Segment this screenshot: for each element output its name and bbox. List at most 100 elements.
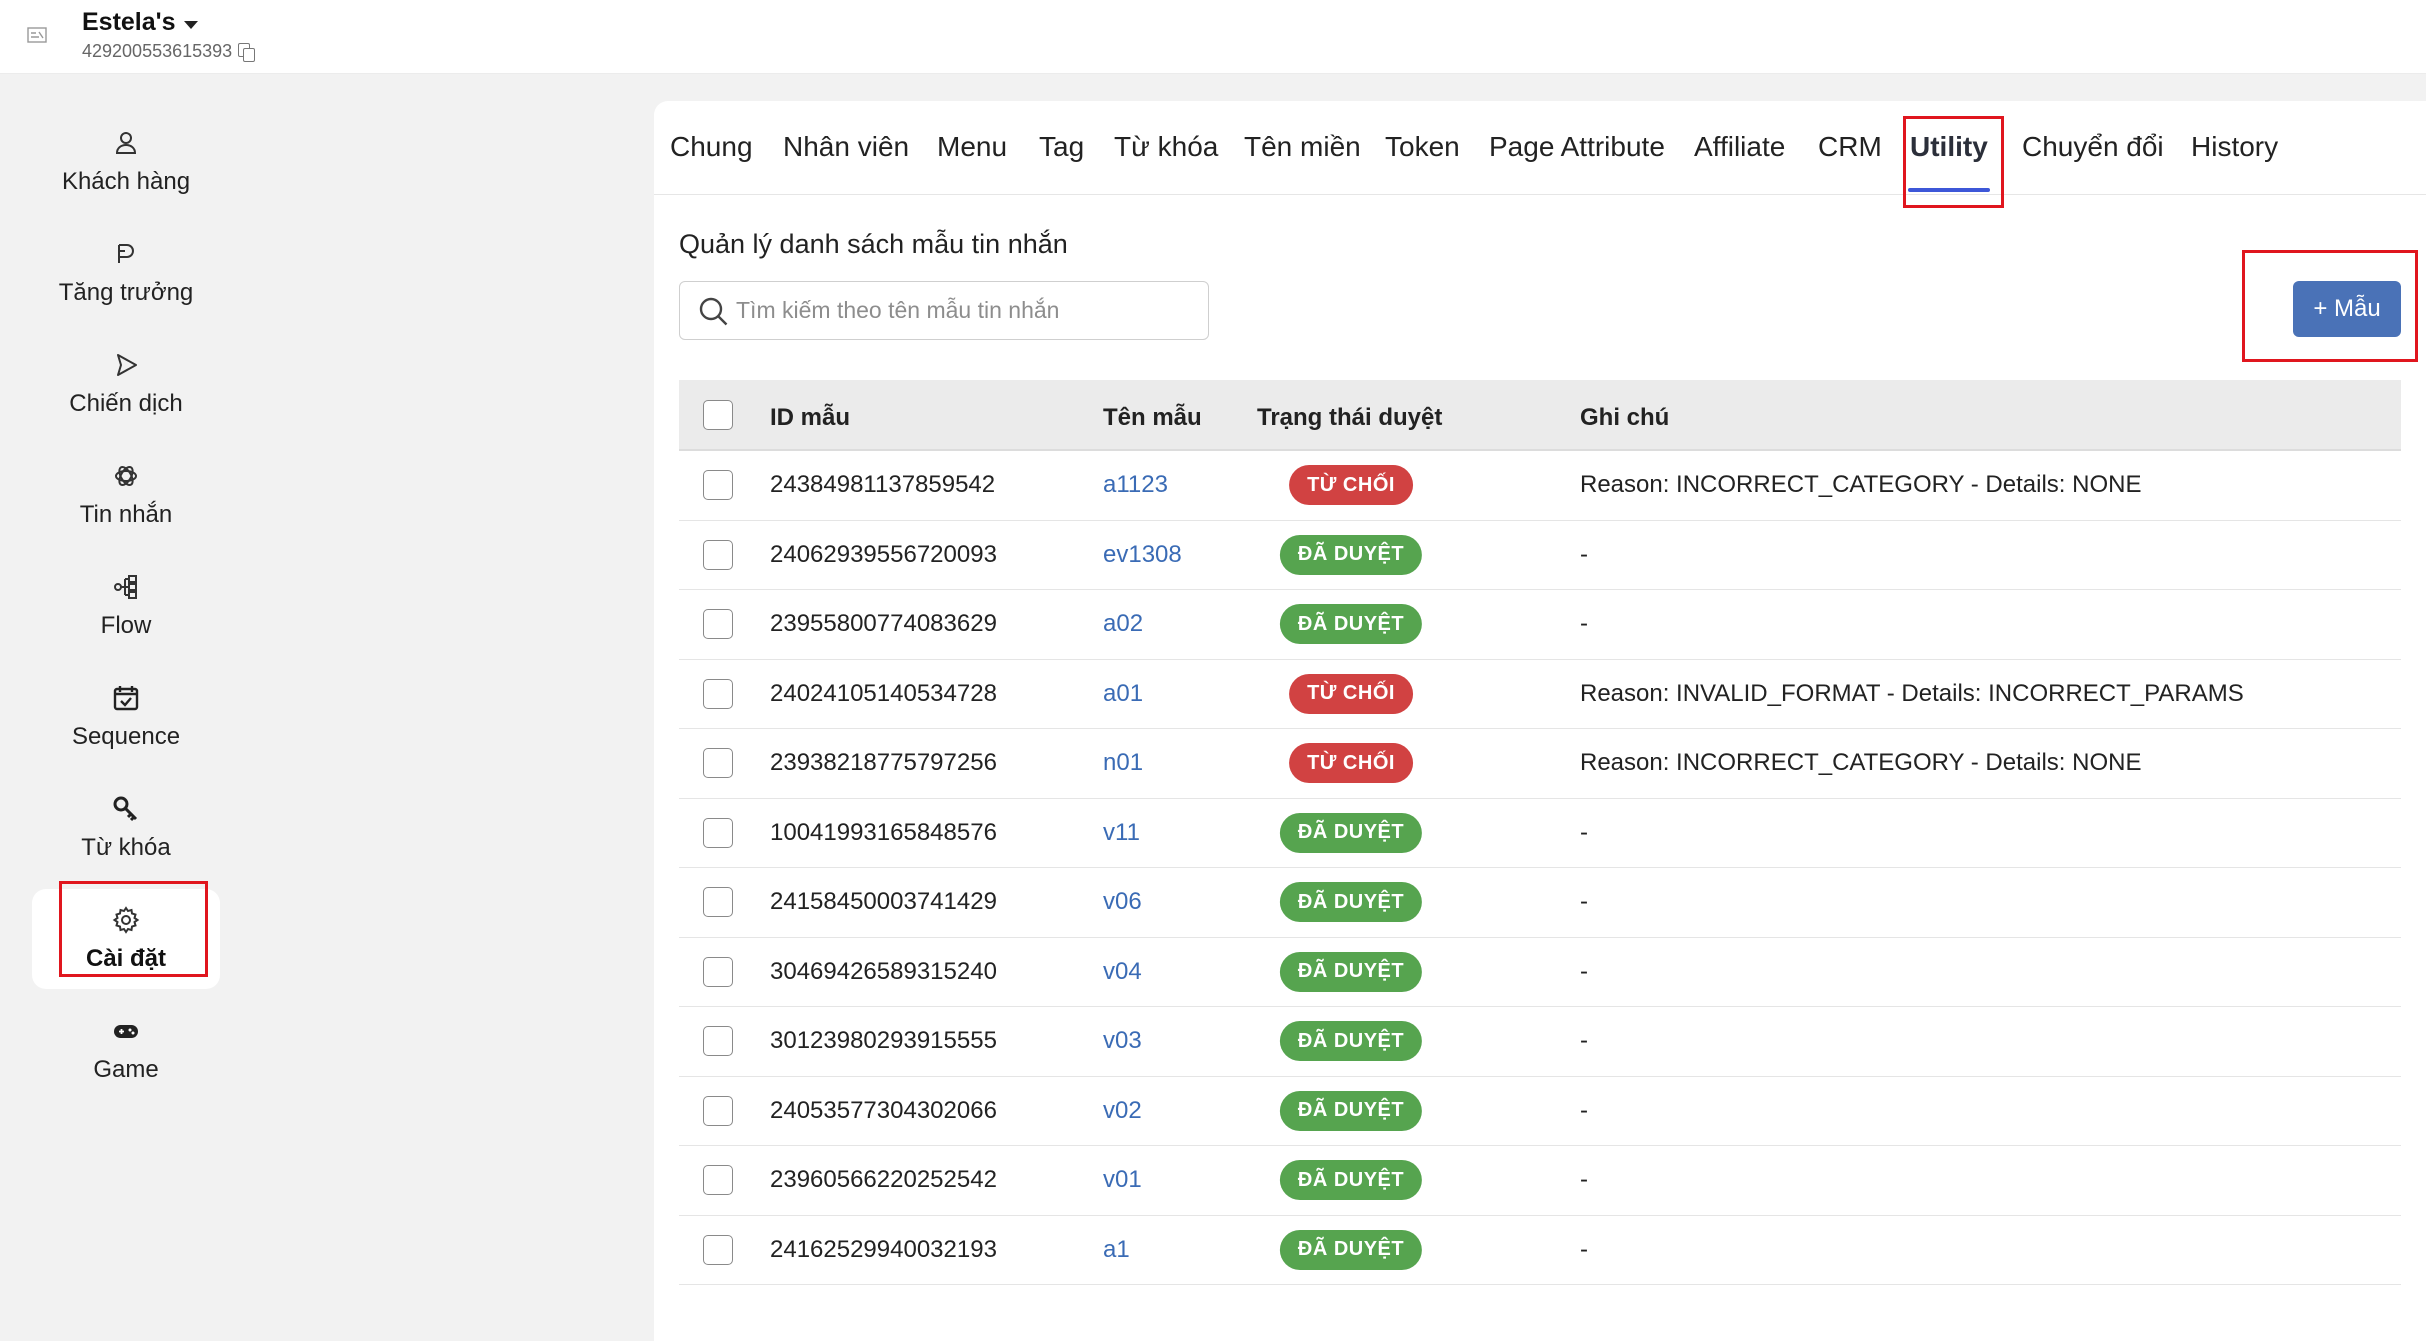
search-box (679, 281, 1209, 340)
sidebar-item-label: Từ khóa (81, 834, 171, 861)
template-id: 10041993165848576 (770, 818, 997, 846)
sidebar-item-tang-truong[interactable]: Tăng trưởng (32, 223, 220, 323)
growth-icon (118, 244, 134, 263)
tab-ten-mien[interactable]: Tên miền (1244, 131, 1361, 163)
tab-page-attribute[interactable]: Page Attribute (1489, 131, 1665, 163)
copy-icon[interactable] (238, 43, 256, 62)
tab-nhan-vien[interactable]: Nhân viên (783, 131, 909, 163)
template-note: - (1580, 540, 1588, 568)
table-row[interactable]: 30123980293915555 v03 ĐÃ DUYỆT - (679, 1007, 2401, 1077)
row-checkbox[interactable] (703, 1026, 733, 1057)
column-header-note[interactable]: Ghi chú (1580, 404, 1669, 432)
table-row[interactable]: 24162529940032193 a1 ĐÃ DUYỆT - (679, 1216, 2401, 1285)
settings-tabs: Chung Nhân viên Menu Tag Từ khóa Tên miề… (654, 101, 2426, 195)
tab-chung[interactable]: Chung (670, 131, 753, 163)
template-note: - (1580, 1027, 1588, 1055)
row-checkbox[interactable] (703, 1165, 733, 1196)
row-checkbox[interactable] (703, 748, 733, 779)
template-id: 24384981137859542 (770, 471, 996, 499)
table-row[interactable]: 24384981137859542 a1123 TỪ CHỐI Reason: INC… (679, 451, 2401, 521)
key-icon (113, 796, 138, 822)
template-name-link[interactable]: v01 (1103, 1166, 1142, 1194)
table-row[interactable]: 23955800774083629 a02 ĐÃ DUYỆT - (679, 590, 2401, 660)
account-id-row: 429200553615393 (82, 41, 256, 62)
sidebar-item-sequence[interactable]: Sequence (32, 667, 220, 767)
column-header-id[interactable]: ID mẫu (770, 404, 850, 432)
user-icon (115, 132, 137, 154)
status-badge: ĐÃ DUYỆT (1279, 534, 1423, 575)
template-name-link[interactable]: v11 (1103, 819, 1140, 847)
row-checkbox[interactable] (703, 956, 733, 987)
row-checkbox[interactable] (703, 1095, 733, 1126)
table-row[interactable]: 24158450003741429 v06 ĐÃ DUYỆT - (679, 868, 2401, 938)
tab-menu[interactable]: Menu (937, 131, 1007, 163)
tab-utility[interactable]: Utility (1910, 131, 1988, 163)
tab-chuyen-doi[interactable]: Chuyển đổi (2022, 131, 2164, 163)
sidebar-item-cai-dat[interactable]: Cài đặt (32, 889, 220, 989)
tab-token[interactable]: Token (1385, 131, 1460, 163)
template-name-link[interactable]: a1123 (1103, 471, 1168, 499)
status-badge: ĐÃ DUYỆT (1279, 1021, 1423, 1062)
template-note: Reason: INCORRECT_CATEGORY - Details: NO… (1580, 471, 2142, 499)
app-logo-icon[interactable] (26, 24, 48, 46)
table-row[interactable]: 10041993165848576 v11 ĐÃ DUYỆT - (679, 799, 2401, 868)
template-id: 30469426589315240 (770, 957, 997, 985)
column-header-name[interactable]: Tên mẫu (1103, 404, 1202, 432)
row-checkbox[interactable] (703, 817, 733, 848)
row-checkbox[interactable] (703, 678, 733, 709)
table-row[interactable]: 24053577304302066 v02 ĐÃ DUYỆT - (679, 1077, 2401, 1146)
row-checkbox[interactable] (703, 470, 733, 501)
tab-history[interactable]: History (2191, 131, 2278, 163)
sidebar: Khách hàng Tăng trưởng Chiến dịch Tin nh… (0, 74, 250, 1341)
template-id: 24053577304302066 (770, 1096, 997, 1124)
table-row[interactable]: 30469426589315240 v04 ĐÃ DUYỆT - (679, 938, 2401, 1007)
template-name-link[interactable]: ev1308 (1103, 541, 1182, 569)
template-name-link[interactable]: v04 (1103, 958, 1142, 986)
gamepad-icon (114, 1025, 138, 1038)
template-name-link[interactable]: v06 (1103, 888, 1142, 916)
table-header: ID mẫu Tên mẫu Trạng thái duyệt Ghi chú (679, 380, 2401, 451)
table-row[interactable]: 24062939556720093 ev1308 ĐÃ DUYỆT - (679, 521, 2401, 590)
tab-affiliate[interactable]: Affiliate (1694, 131, 1785, 163)
status-badge: ĐÃ DUYỆT (1279, 1160, 1423, 1201)
row-checkbox[interactable] (703, 887, 733, 918)
table-row[interactable]: 24024105140534728 a01 TỪ CHỐI Reason: INVAL… (679, 660, 2401, 729)
template-name-link[interactable]: a02 (1103, 610, 1143, 638)
active-tab-indicator (1908, 188, 1990, 192)
account-switcher[interactable]: Estela's (82, 8, 198, 37)
table-row[interactable]: 23938218775797256 n01 TỪ CHỐI Reason: INCOR… (679, 729, 2401, 799)
send-icon (117, 354, 137, 376)
status-badge: ĐÃ DUYỆT (1279, 882, 1423, 923)
template-table: ID mẫu Tên mẫu Trạng thái duyệt Ghi chú … (679, 380, 2401, 1285)
sidebar-item-flow[interactable]: Flow (32, 556, 220, 656)
tab-tu-khoa[interactable]: Từ khóa (1114, 131, 1218, 163)
sidebar-item-tu-khoa[interactable]: Từ khóa (32, 778, 220, 878)
sidebar-item-label: Khách hàng (61, 168, 191, 195)
search-input[interactable] (736, 290, 1196, 330)
template-note: Reason: INVALID_FORMAT - Details: INCORR… (1580, 679, 2244, 707)
sidebar-item-khach-hang[interactable]: Khách hàng (32, 112, 220, 212)
sidebar-item-chien-dich[interactable]: Chiến dịch (32, 334, 220, 434)
template-note: Reason: INCORRECT_CATEGORY - Details: NO… (1580, 749, 2142, 777)
template-id: 23960566220252542 (770, 1166, 997, 1194)
top-header: Estela's 429200553615393 (0, 0, 2426, 74)
sidebar-item-tin-nhan[interactable]: Tin nhắn (32, 445, 220, 545)
column-header-status[interactable]: Trạng thái duyệt (1257, 404, 1442, 432)
row-checkbox[interactable] (703, 609, 733, 640)
row-checkbox[interactable] (703, 539, 733, 570)
template-name-link[interactable]: a01 (1103, 680, 1143, 708)
select-all-checkbox[interactable] (703, 399, 733, 430)
row-checkbox[interactable] (703, 1234, 733, 1265)
table-row[interactable]: 23960566220252542 v01 ĐÃ DUYỆT - (679, 1146, 2401, 1216)
template-name-link[interactable]: n01 (1103, 749, 1143, 777)
tab-crm[interactable]: CRM (1818, 131, 1882, 163)
template-name-link[interactable]: v02 (1103, 1097, 1142, 1125)
template-id: 24024105140534728 (770, 679, 997, 707)
template-note: - (1580, 1096, 1588, 1124)
sidebar-item-game[interactable]: Game (32, 1000, 220, 1100)
add-template-button[interactable]: + Mẫu (2293, 281, 2401, 337)
tab-tag[interactable]: Tag (1039, 131, 1084, 163)
template-name-link[interactable]: v03 (1103, 1027, 1142, 1055)
template-name-link[interactable]: a1 (1103, 1236, 1130, 1264)
template-id: 24062939556720093 (770, 540, 997, 568)
